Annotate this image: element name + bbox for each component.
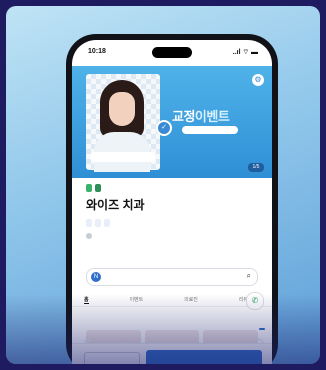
clinic-badges	[86, 184, 258, 192]
tab-events[interactable]: 이벤트	[129, 296, 143, 304]
primary-button[interactable]	[146, 350, 262, 364]
tab-doctors[interactable]: 의료진	[184, 296, 198, 304]
badge	[86, 184, 92, 192]
chat-icon[interactable]: ◉	[246, 338, 264, 356]
bottom-action-bar	[72, 340, 272, 364]
doctor-photo	[86, 74, 160, 172]
clinic-name: 와이즈 치과	[86, 198, 145, 212]
tag[interactable]	[95, 219, 101, 227]
tab-reviews[interactable]: 리뷰	[239, 296, 248, 304]
check-icon: ✓	[156, 120, 172, 136]
banner-pill	[182, 126, 238, 134]
tag[interactable]	[104, 219, 110, 227]
photo-caption	[90, 152, 156, 162]
phone-icon[interactable]: ✆	[246, 292, 264, 310]
dynamic-island	[152, 47, 192, 58]
tab-home[interactable]: 홈	[84, 296, 89, 304]
headline-main: 교정	[172, 109, 195, 124]
doctor-portrait	[94, 80, 150, 172]
thumbnail[interactable]	[144, 330, 200, 360]
secondary-button[interactable]	[84, 352, 140, 364]
search-icon[interactable]: ⌕	[247, 271, 251, 281]
clock-icon	[86, 233, 92, 239]
banner-headline: 교정이벤트	[172, 106, 230, 125]
status-time: 10:18	[88, 48, 106, 55]
tab-bar: 홈 이벤트 의료진 리뷰	[84, 296, 248, 304]
event-banner[interactable]: ✓ ⚙ 교정이벤트 1/5	[72, 66, 272, 178]
tag[interactable]	[86, 219, 92, 227]
search-bar[interactable]: N ⌕	[86, 268, 258, 286]
app-screen: 10:18 ..ıl ⌔ ▬ ✓ ⚙ 교정이벤트 1/5 와이즈 치과 N ⌕ …	[72, 40, 272, 364]
thumbnail[interactable]	[203, 330, 259, 360]
brand-logo-icon: N	[91, 272, 101, 282]
tooltip	[84, 340, 90, 342]
thumbnail-row	[86, 330, 259, 360]
divider	[72, 306, 272, 307]
gear-icon[interactable]: ⚙	[252, 74, 264, 86]
clinic-tags	[86, 219, 258, 227]
thumbnail[interactable]	[86, 330, 141, 360]
promo-card: 10:18 ..ıl ⌔ ▬ ✓ ⚙ 교정이벤트 1/5 와이즈 치과 N ⌕ …	[6, 6, 320, 364]
phone-mockup: 10:18 ..ıl ⌔ ▬ ✓ ⚙ 교정이벤트 1/5 와이즈 치과 N ⌕ …	[66, 34, 278, 364]
fab-label	[259, 328, 265, 330]
clinic-info: 와이즈 치과	[86, 184, 258, 245]
status-icons: ..ıl ⌔ ▬	[232, 49, 258, 56]
clinic-hours	[86, 233, 258, 239]
headline-accent: 이벤트	[194, 109, 230, 124]
badge	[95, 184, 101, 192]
banner-counter: 1/5	[248, 163, 264, 172]
